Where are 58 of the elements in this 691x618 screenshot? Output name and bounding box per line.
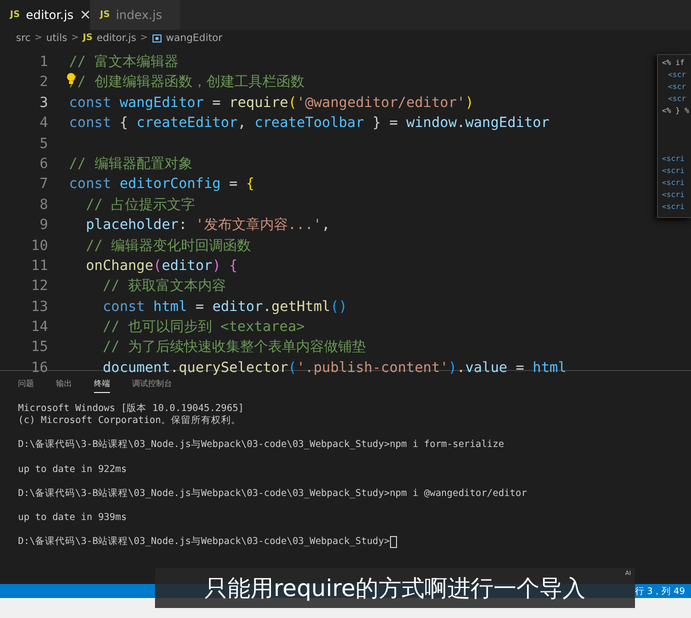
breadcrumb-separator: > xyxy=(71,33,79,43)
breadcrumb-separator: > xyxy=(140,33,148,43)
line-number: 2 xyxy=(38,73,49,92)
terminal-line: (c) Microsoft Corporation。保留所有权利。 xyxy=(18,415,241,428)
subtitle-text: 只能用require的方式啊进行一个导入 xyxy=(204,574,586,604)
code-line: // 也可以同步到 <textarea> xyxy=(102,318,305,338)
panel-tab[interactable]: 输出 xyxy=(56,375,72,393)
terminal-cursor xyxy=(390,536,397,548)
line-number: 4 xyxy=(38,114,49,134)
code-line: // 富文本编辑器 xyxy=(68,53,178,72)
breadcrumb-separator: > xyxy=(34,33,42,43)
line-number: 3 xyxy=(38,94,49,113)
close-icon[interactable]: × xyxy=(79,7,92,23)
code-line: placeholder: '发布文章内容...', xyxy=(84,216,330,236)
code-line: const wangEditor = require('@wangeditor/editor') xyxy=(68,94,474,113)
file-tab[interactable]: JS index.js xyxy=(90,0,180,30)
terminal-line: D:\备课代码\3-B站课程\03_Node.js与Webpack\03-code\03_Webpack_Study> xyxy=(18,536,390,548)
cursor-position[interactable]: 行 3，列 49 xyxy=(635,584,685,598)
line-number: 1 xyxy=(38,53,49,72)
cube-icon xyxy=(152,34,162,42)
js-file-icon: JS xyxy=(10,10,20,20)
file-tab[interactable]: JS editor.js × xyxy=(0,0,90,30)
line-number: 12 xyxy=(30,277,49,296)
panel-tab[interactable]: 问题 xyxy=(18,375,34,393)
panel-tab[interactable]: 终端 xyxy=(94,375,110,393)
line-number: 8 xyxy=(38,196,49,215)
line-number: 15 xyxy=(30,338,49,358)
code-line: // 编辑器配置对象 xyxy=(68,154,192,174)
line-number: 16 xyxy=(30,358,49,378)
code-line: const { createEditor, createToolbar } = window.wangEditor xyxy=(68,114,550,134)
breadcrumb-item[interactable]: editor.js xyxy=(96,32,136,44)
code-line: document.querySelector('.publish-content').value = html xyxy=(102,358,566,378)
line-number: 11 xyxy=(30,256,49,276)
breadcrumb-item[interactable]: utils xyxy=(46,32,68,44)
code-line: // 为了后续快速收集整个表单内容做铺垫 xyxy=(102,338,366,358)
code-line: // 编辑器变化时回调函数 xyxy=(84,236,252,256)
panel-tab[interactable]: 调试控制台 xyxy=(132,375,172,393)
line-number: 6 xyxy=(38,154,49,174)
js-file-icon: JS xyxy=(82,33,93,43)
line-number: 7 xyxy=(38,175,49,194)
code-line: const html = editor.getHtml() xyxy=(102,298,348,317)
terminal-line: D:\备课代码\3-B站课程\03_Node.js与Webpack\03-code\03_Webpack_Study>npm i form-serialize xyxy=(18,439,504,452)
line-number: 13 xyxy=(30,298,49,317)
line-number: 10 xyxy=(30,236,49,256)
terminal-line: up to date in 922ms xyxy=(18,464,127,476)
terminal-line: Microsoft Windows [版本 10.0.19045.2965] xyxy=(18,403,244,415)
code-line: const editorConfig = { xyxy=(68,175,254,194)
terminal-line: up to date in 939ms xyxy=(18,512,127,524)
line-number: 14 xyxy=(30,318,49,338)
code-line: // 占位提示文字 xyxy=(84,196,196,215)
js-file-icon: JS xyxy=(100,10,110,20)
line-number: 5 xyxy=(38,134,49,154)
terminal-line: D:\备课代码\3-B站课程\03_Node.js与Webpack\03-code\03_Webpack_Study>npm i @wangeditor/editor xyxy=(18,488,527,500)
line-number: 9 xyxy=(38,216,49,236)
code-line: // 获取富文本内容 xyxy=(102,277,226,296)
breadcrumb-item[interactable]: src xyxy=(16,32,31,44)
code-line: onChange(editor) { xyxy=(84,256,238,276)
breadcrumb-item[interactable]: wangEditor xyxy=(166,32,222,44)
